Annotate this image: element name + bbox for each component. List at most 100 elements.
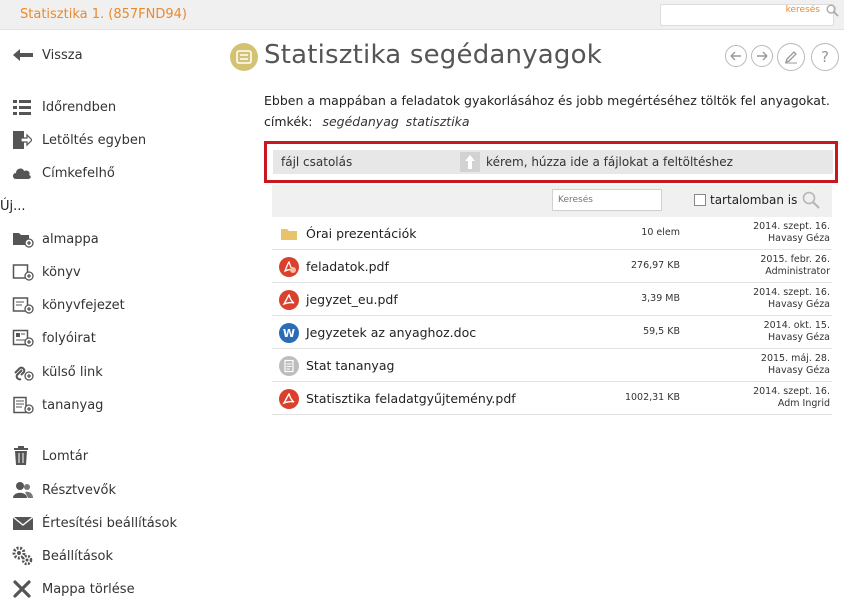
sidebar-item-label: tananyag <box>42 397 104 413</box>
upload-icon <box>460 152 481 172</box>
table-row[interactable]: Stat tananyag 2015. máj. 28. Havasy Géza <box>272 349 832 382</box>
file-name[interactable]: feladatok.pdf <box>306 259 389 274</box>
file-size: 1002,31 KB <box>624 392 680 403</box>
sidebar-item-label: Letöltés egyben <box>42 132 147 148</box>
sidebar-item-delete-folder[interactable]: Mappa törlése <box>12 578 135 600</box>
next-button[interactable] <box>751 45 773 67</box>
download-icon <box>12 129 36 151</box>
sidebar-item-label: Beállítások <box>42 548 114 564</box>
upload-area: fájl csatolás kérem, húzza ide a fájloka… <box>264 141 838 183</box>
trash-icon <box>12 445 36 467</box>
content-search-checkbox[interactable] <box>694 194 706 206</box>
material-icon <box>279 356 299 376</box>
file-dropzone[interactable]: kérem, húzza ide a fájlokat a feltöltésh… <box>360 150 833 174</box>
new-section-title: Új... <box>0 199 26 214</box>
folder-type-icon <box>230 43 258 71</box>
file-date: 2014. okt. 15. <box>763 320 830 331</box>
edit-button[interactable] <box>777 43 805 71</box>
pdf-icon <box>279 290 299 310</box>
folder-add-icon <box>12 228 36 250</box>
file-name[interactable]: jegyzet_eu.pdf <box>306 292 398 307</box>
file-date: 2015. febr. 26. <box>760 254 830 265</box>
page-title: Statisztika segédanyagok <box>264 40 603 70</box>
sidebar-item-journal[interactable]: folyóirat <box>12 327 96 349</box>
table-row[interactable]: feladatok.pdf 276,97 KB 2015. febr. 26. … <box>272 250 832 283</box>
global-search-label: keresés <box>785 5 820 15</box>
sidebar-item-external-link[interactable]: külső link <box>12 361 103 383</box>
file-owner: Adm Ingrid <box>777 398 830 409</box>
tags-label: címkék: <box>264 114 313 129</box>
top-bar: Statisztika 1. (857FND94) keresés <box>0 0 844 30</box>
sidebar-item-book[interactable]: könyv <box>12 261 81 283</box>
cloud-icon <box>12 162 36 184</box>
file-name[interactable]: Jegyzetek az anyaghoz.doc <box>306 325 476 340</box>
pdf-icon <box>279 389 299 409</box>
sidebar-item-label: folyóirat <box>42 330 96 346</box>
file-name[interactable]: Stat tananyag <box>306 358 394 373</box>
help-icon: ? <box>821 48 829 66</box>
file-search-input[interactable] <box>552 189 662 211</box>
arrow-right-icon <box>757 51 768 61</box>
file-size: 10 elem <box>641 227 680 238</box>
file-size: 3,39 MB <box>641 293 680 304</box>
file-date: 2014. szept. 16. <box>753 221 830 232</box>
sidebar-item-notification-settings[interactable]: Értesítési beállítások <box>12 512 177 534</box>
table-row[interactable]: jegyzet_eu.pdf 3,39 MB 2014. szept. 16. … <box>272 283 832 316</box>
file-owner: Havasy Géza <box>767 299 830 310</box>
file-name[interactable]: Órai prezentációk <box>306 226 417 241</box>
file-date: 2014. szept. 16. <box>753 287 830 298</box>
sidebar-item-trash[interactable]: Lomtár <box>12 445 88 467</box>
tag-link[interactable]: segédanyag <box>322 114 398 129</box>
sidebar-item-chapter[interactable]: könyvfejezet <box>12 294 125 316</box>
chapter-add-icon <box>12 294 36 316</box>
tags-line: címkék: segédanyag statisztika <box>264 114 470 129</box>
gears-icon <box>12 545 36 567</box>
file-owner: Administrator <box>765 266 830 277</box>
file-date: 2014. szept. 16. <box>753 386 830 397</box>
search-icon[interactable] <box>802 191 820 209</box>
sidebar-item-label: Lomtár <box>42 448 89 464</box>
table-row[interactable]: Statisztika feladatgyűjtemény.pdf 1002,3… <box>272 382 832 415</box>
sidebar-item-label: külső link <box>42 364 103 380</box>
file-date: 2015. máj. 28. <box>760 353 830 364</box>
sidebar-item-subfolder[interactable]: almappa <box>12 228 99 250</box>
help-button[interactable]: ? <box>811 43 839 71</box>
folder-icon <box>281 229 297 240</box>
svg-text:W: W <box>283 327 295 340</box>
folder-description: Ebben a mappában a feladatok gyakorlásáh… <box>264 93 830 108</box>
sidebar-item-timeline[interactable]: Időrendben <box>12 96 116 118</box>
attach-file-button[interactable]: fájl csatolás <box>273 150 361 174</box>
prev-button[interactable] <box>725 45 747 67</box>
file-size: 59,5 KB <box>643 326 680 337</box>
sidebar-item-settings[interactable]: Beállítások <box>12 545 113 567</box>
back-label: Vissza <box>42 47 83 63</box>
sidebar-item-label: Időrendben <box>42 99 117 115</box>
table-row[interactable]: W Jegyzetek az anyaghoz.doc 59,5 KB 2014… <box>272 316 832 349</box>
file-name[interactable]: Statisztika feladatgyűjtemény.pdf <box>306 391 516 406</box>
file-owner: Havasy Géza <box>767 332 830 343</box>
breadcrumb[interactable]: Statisztika 1. (857FND94) <box>20 7 187 22</box>
file-size: 276,97 KB <box>630 260 680 271</box>
tag-link[interactable]: statisztika <box>406 114 470 129</box>
sidebar-item-label: Címkefelhő <box>42 165 115 181</box>
file-list-toolbar: tartalomban is <box>272 185 832 217</box>
pencil-icon <box>784 51 797 64</box>
sidebar: Vissza Időrendben Letöltés egyben Címkef… <box>0 30 225 612</box>
search-icon[interactable] <box>826 4 839 17</box>
sidebar-item-label: Mappa törlése <box>42 581 135 597</box>
table-row[interactable]: Órai prezentációk 10 elem 2014. szept. 1… <box>272 217 832 250</box>
material-add-icon <box>12 394 36 416</box>
sidebar-item-label: könyv <box>42 264 81 280</box>
sidebar-item-participants[interactable]: Résztvevők <box>12 479 116 501</box>
link-add-icon <box>12 361 36 383</box>
users-icon <box>12 479 36 501</box>
back-button[interactable]: Vissza <box>12 44 83 66</box>
sidebar-item-material[interactable]: tananyag <box>12 394 103 416</box>
delete-icon <box>12 578 36 600</box>
sidebar-item-tag-cloud[interactable]: Címkefelhő <box>12 162 115 184</box>
sidebar-item-download-all[interactable]: Letöltés egyben <box>12 129 146 151</box>
file-owner: Havasy Géza <box>767 365 830 376</box>
sidebar-item-label: Résztvevők <box>42 482 117 498</box>
sidebar-item-label: almappa <box>42 231 99 247</box>
pdf-icon <box>279 257 299 277</box>
